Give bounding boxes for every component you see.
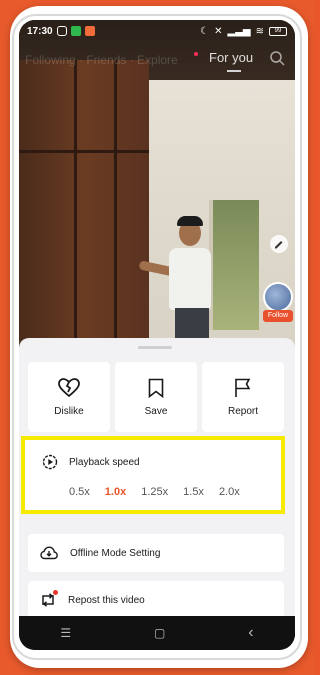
signal-icon: ▂▃▅ — [227, 25, 251, 37]
tab-blurred[interactable]: Following · Friends · Explore — [25, 53, 178, 67]
report-button[interactable]: Report — [202, 362, 284, 432]
action-row: Dislike Save Report — [28, 362, 284, 432]
video-scene-line — [114, 60, 117, 340]
battery-icon: 99 — [269, 26, 287, 36]
speed-option-1-0x[interactable]: 1.0x — [105, 486, 126, 498]
home-icon[interactable]: ▢ — [154, 626, 165, 640]
speed-options: 0.5x 1.0x 1.25x 1.5x 2.0x — [69, 486, 240, 498]
video-scene-doorway — [209, 200, 259, 330]
bottom-sheet: Dislike Save Report Playback speed 0.5x … — [19, 338, 295, 619]
video-player[interactable]: 17:30 ☾ ✕ ▂▃▅ ≋ 99 Following · Friends ·… — [19, 20, 295, 350]
follow-button[interactable]: Follow — [263, 310, 293, 322]
status-notification-icon — [84, 26, 95, 36]
dislike-button[interactable]: Dislike — [28, 362, 110, 432]
status-time: 17:30 — [27, 25, 53, 37]
offline-mode-label: Offline Mode Setting — [70, 547, 161, 559]
search-icon[interactable] — [269, 50, 285, 66]
system-nav-bar: ☰ ▢ ‹ — [19, 616, 295, 650]
offline-mode-setting[interactable]: Offline Mode Setting — [28, 534, 284, 572]
speed-option-0-5x[interactable]: 0.5x — [69, 486, 90, 498]
cloud-download-icon — [40, 546, 58, 560]
dislike-label: Dislike — [54, 405, 84, 417]
repost-video[interactable]: Repost this video — [28, 581, 284, 619]
mute-icon: ✕ — [214, 25, 223, 37]
video-scene-line — [19, 150, 149, 153]
moon-icon: ☾ — [200, 25, 210, 37]
back-icon[interactable]: ‹ — [248, 624, 253, 642]
playback-speed-title: Playback speed — [69, 456, 140, 468]
recent-apps-icon[interactable]: ☰ — [60, 626, 71, 640]
video-scene-line — [74, 60, 77, 340]
status-whatsapp-icon — [70, 26, 81, 36]
status-right: ☾ ✕ ▂▃▅ ≋ 99 — [200, 26, 287, 37]
phone-screen: 17:30 ☾ ✕ ▂▃▅ ≋ 99 Following · Friends ·… — [19, 20, 295, 650]
playback-speed-header: Playback speed — [42, 454, 140, 470]
repost-label: Repost this video — [68, 594, 145, 606]
video-scene-cabinets — [19, 60, 149, 340]
playback-speed-panel: Playback speed 0.5x 1.0x 1.25x 1.5x 2.0x — [21, 436, 285, 514]
top-tabs: Following · Friends · Explore For you — [19, 50, 295, 72]
status-app-icon — [56, 26, 67, 36]
video-scene-person-body — [169, 248, 211, 310]
repost-icon — [42, 593, 54, 607]
edit-icon[interactable] — [269, 234, 289, 254]
flag-icon — [235, 378, 251, 397]
tab-for-you[interactable]: For you — [209, 50, 253, 65]
broken-heart-icon — [58, 377, 80, 397]
report-label: Report — [227, 405, 258, 417]
repost-notification-dot — [53, 590, 58, 595]
wifi-icon: ≋ — [255, 25, 264, 37]
tab-notification-dot — [194, 52, 198, 56]
status-bar: 17:30 ☾ ✕ ▂▃▅ ≋ 99 — [19, 20, 295, 42]
save-button[interactable]: Save — [115, 362, 197, 432]
speed-option-1-25x[interactable]: 1.25x — [141, 486, 168, 498]
tab-for-you-underline — [227, 70, 241, 72]
save-label: Save — [144, 405, 168, 417]
playback-speed-icon — [42, 454, 58, 470]
avatar[interactable] — [263, 282, 293, 312]
speed-option-1-5x[interactable]: 1.5x — [183, 486, 204, 498]
speed-option-2-0x[interactable]: 2.0x — [219, 486, 240, 498]
sheet-handle[interactable] — [138, 346, 172, 349]
bookmark-icon — [148, 378, 164, 398]
video-scene-person-cap — [177, 216, 203, 226]
